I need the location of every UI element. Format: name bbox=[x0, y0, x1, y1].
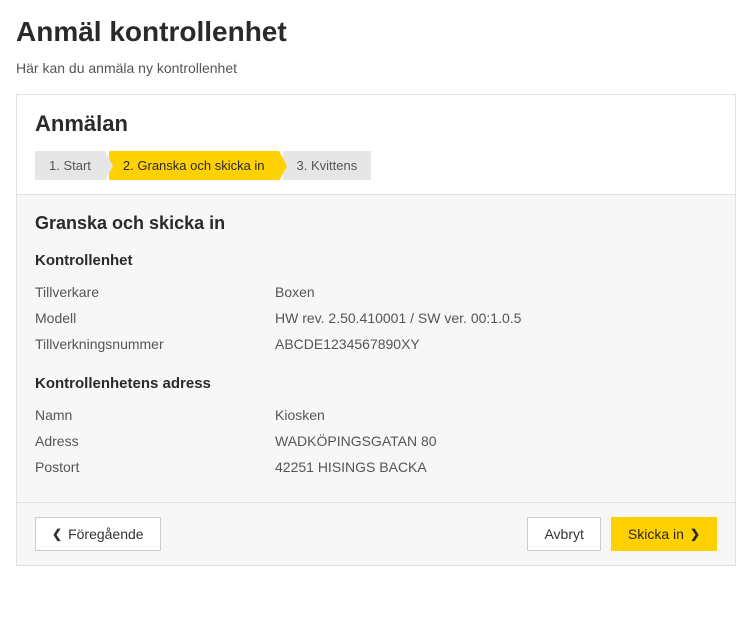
step-start[interactable]: 1. Start bbox=[35, 151, 105, 180]
panel-header: Anmälan 1. Start 2. Granska och skicka i… bbox=[17, 95, 735, 194]
chevron-left-icon: ❮ bbox=[52, 527, 62, 541]
name-label: Namn bbox=[35, 407, 275, 423]
address-value: WADKÖPINGSGATAN 80 bbox=[275, 433, 717, 449]
form-panel: Anmälan 1. Start 2. Granska och skicka i… bbox=[16, 94, 736, 566]
panel-body: Granska och skicka in Kontrollenhet Till… bbox=[17, 194, 735, 502]
cancel-button-label: Avbryt bbox=[544, 526, 583, 542]
step-review[interactable]: 2. Granska och skicka in bbox=[109, 151, 279, 180]
address-label: Adress bbox=[35, 433, 275, 449]
previous-button-label: Föregående bbox=[68, 526, 144, 542]
chevron-right-icon: ❯ bbox=[690, 527, 700, 541]
wizard-steps: 1. Start 2. Granska och skicka in 3. Kvi… bbox=[35, 151, 717, 180]
field-model: Modell HW rev. 2.50.410001 / SW ver. 00:… bbox=[35, 305, 717, 331]
page-title: Anmäl kontrollenhet bbox=[16, 16, 736, 48]
serial-value: ABCDE1234567890XY bbox=[275, 336, 717, 352]
footer-right-buttons: Avbryt Skicka in ❯ bbox=[527, 517, 717, 551]
model-label: Modell bbox=[35, 310, 275, 326]
submit-button-label: Skicka in bbox=[628, 526, 684, 542]
step-receipt[interactable]: 3. Kvittens bbox=[283, 151, 372, 180]
field-manufacturer: Tillverkare Boxen bbox=[35, 279, 717, 305]
submit-button[interactable]: Skicka in ❯ bbox=[611, 517, 717, 551]
cancel-button[interactable]: Avbryt bbox=[527, 517, 600, 551]
panel-heading: Anmälan bbox=[35, 111, 717, 137]
previous-button[interactable]: ❮ Föregående bbox=[35, 517, 161, 551]
page-subtitle: Här kan du anmäla ny kontrollenhet bbox=[16, 60, 736, 76]
field-serial: Tillverkningsnummer ABCDE1234567890XY bbox=[35, 331, 717, 357]
device-section-heading: Kontrollenhet bbox=[35, 252, 717, 269]
field-name: Namn Kiosken bbox=[35, 402, 717, 428]
address-section-heading: Kontrollenhetens adress bbox=[35, 375, 717, 392]
field-postal: Postort 42251 HISINGS BACKA bbox=[35, 454, 717, 480]
postal-label: Postort bbox=[35, 459, 275, 475]
postal-value: 42251 HISINGS BACKA bbox=[275, 459, 717, 475]
manufacturer-value: Boxen bbox=[275, 284, 717, 300]
panel-footer: ❮ Föregående Avbryt Skicka in ❯ bbox=[17, 502, 735, 565]
name-value: Kiosken bbox=[275, 407, 717, 423]
manufacturer-label: Tillverkare bbox=[35, 284, 275, 300]
body-heading: Granska och skicka in bbox=[35, 213, 717, 234]
model-value: HW rev. 2.50.410001 / SW ver. 00:1.0.5 bbox=[275, 310, 717, 326]
field-address: Adress WADKÖPINGSGATAN 80 bbox=[35, 428, 717, 454]
serial-label: Tillverkningsnummer bbox=[35, 336, 275, 352]
